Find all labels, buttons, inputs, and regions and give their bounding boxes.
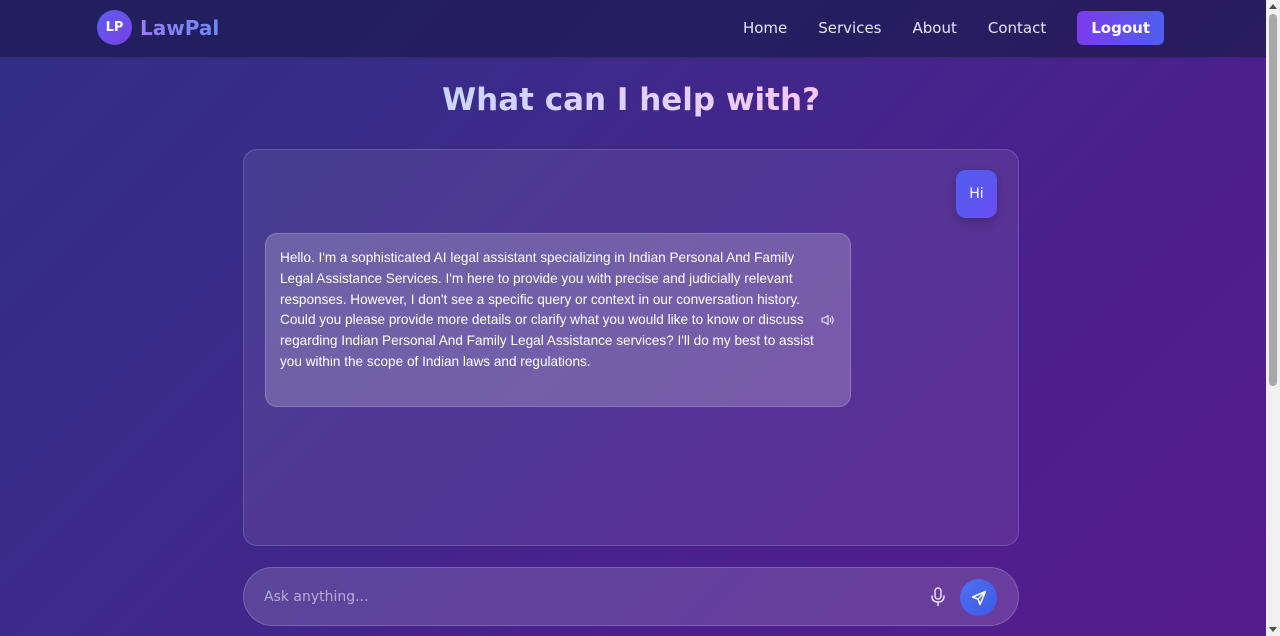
scrollbar-thumb[interactable] xyxy=(1269,14,1277,386)
chat-panel[interactable]: Hi Hello. I'm a sophisticated AI legal a… xyxy=(243,149,1019,546)
navbar: LP LawPal Home Services About Contact Lo… xyxy=(0,0,1266,58)
nav-links: Home Services About Contact Logout xyxy=(743,11,1164,45)
user-message: Hi xyxy=(956,170,997,218)
assistant-message-text: Hello. I'm a sophisticated AI legal assi… xyxy=(280,250,814,369)
nav-link-home[interactable]: Home xyxy=(743,11,787,45)
chat-input-bar xyxy=(243,567,1019,626)
brand-logo[interactable]: LP LawPal xyxy=(97,10,219,45)
page-scrollbar[interactable] xyxy=(1266,0,1280,636)
page-title-text: What can I help with? xyxy=(441,82,821,118)
page: LP LawPal Home Services About Contact Lo… xyxy=(0,0,1266,636)
send-icon xyxy=(971,590,986,605)
send-button[interactable] xyxy=(960,579,997,616)
speaker-icon[interactable] xyxy=(820,312,836,328)
nav-link-contact[interactable]: Contact xyxy=(988,11,1046,45)
nav-link-about[interactable]: About xyxy=(913,11,957,45)
assistant-message: Hello. I'm a sophisticated AI legal assi… xyxy=(265,233,851,407)
nav-link-services[interactable]: Services xyxy=(818,11,881,45)
scroll-up-arrow-icon[interactable] xyxy=(1269,4,1277,9)
chat-input[interactable] xyxy=(264,568,904,625)
user-message-text: Hi xyxy=(969,186,984,202)
brand-badge: LP xyxy=(97,10,132,45)
scroll-down-arrow-icon[interactable] xyxy=(1269,627,1277,632)
microphone-icon[interactable] xyxy=(928,586,948,608)
page-title: What can I help with? xyxy=(0,82,1262,118)
logout-button[interactable]: Logout xyxy=(1077,11,1164,45)
brand-name: LawPal xyxy=(140,15,220,40)
